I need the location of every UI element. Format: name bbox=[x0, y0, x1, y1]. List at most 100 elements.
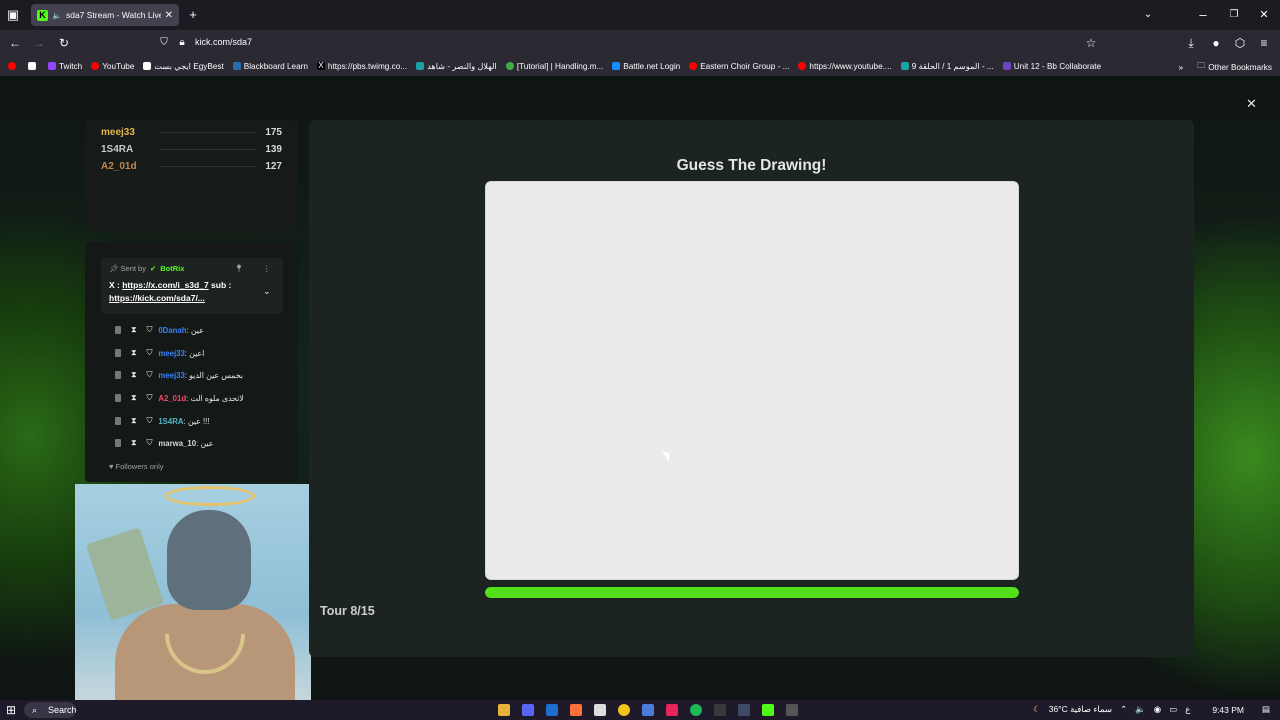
trash-icon[interactable] bbox=[115, 349, 121, 357]
shield-icon[interactable]: ⛉ bbox=[155, 34, 173, 52]
bookmark-item[interactable]: YouTube bbox=[91, 62, 134, 71]
notifications-icon[interactable]: ▤ bbox=[1262, 704, 1270, 715]
extensions-icon[interactable]: ⬡ bbox=[1231, 34, 1249, 52]
chevron-up-icon[interactable]: ⌃ bbox=[1120, 704, 1127, 715]
trash-icon[interactable] bbox=[115, 326, 121, 334]
app-icon[interactable] bbox=[786, 704, 798, 716]
forward-icon[interactable]: → bbox=[30, 34, 48, 52]
downloads-icon[interactable]: ⤓ bbox=[1182, 34, 1200, 52]
tab-list-icon[interactable]: ▣ bbox=[4, 6, 22, 24]
bookmark-item[interactable]: Battle.net Login bbox=[612, 62, 680, 71]
shield-icon[interactable]: ⛉ bbox=[146, 416, 152, 426]
chat-message[interactable]: ⧗ ⛉ 0Danah: عين bbox=[115, 323, 204, 337]
clock[interactable]: 9:43 PM bbox=[1212, 705, 1244, 715]
chat-message[interactable]: ⧗ ⛉ marwa_10: عين bbox=[115, 436, 213, 450]
minimize-icon[interactable]: – bbox=[1194, 6, 1212, 24]
windows-start-icon[interactable]: ⊞ bbox=[6, 703, 16, 717]
app-icon[interactable] bbox=[666, 704, 678, 716]
trash-icon[interactable] bbox=[115, 394, 121, 402]
steam-icon[interactable] bbox=[738, 704, 750, 716]
shield-icon[interactable]: ⛉ bbox=[146, 370, 152, 380]
bookmark-item[interactable]: الهلال والنصر - شاهد bbox=[416, 61, 497, 71]
restore-icon[interactable]: ❐ bbox=[1225, 6, 1243, 24]
app-icon[interactable] bbox=[618, 704, 630, 716]
bookmark-item[interactable]: Blackboard Learn bbox=[232, 62, 308, 71]
trash-icon[interactable] bbox=[115, 439, 121, 447]
url-bar[interactable]: kick.com/sda7 bbox=[195, 37, 252, 47]
bookmark-item[interactable]: [Tutorial] | Handling.m... bbox=[505, 62, 603, 71]
chat-username[interactable]: A2_01d bbox=[158, 394, 186, 403]
close-icon[interactable]: ✕ bbox=[1246, 96, 1257, 112]
weather-label[interactable]: 36°C سماء صافية bbox=[1049, 704, 1112, 715]
shield-icon[interactable]: ⛉ bbox=[146, 325, 152, 335]
app-icon[interactable] bbox=[714, 704, 726, 716]
tab-close-icon[interactable]: ✕ bbox=[165, 10, 173, 21]
chat-username[interactable]: meej33 bbox=[158, 349, 184, 358]
speaker-icon[interactable]: 🔈 bbox=[1135, 704, 1146, 715]
bookmark-item[interactable]: الموسم 1 / الحلقة 9 - ... bbox=[900, 61, 994, 71]
more-options-icon[interactable]: ⋮ bbox=[263, 264, 271, 273]
bookmark-item[interactable]: ايجي بست EgyBest bbox=[143, 61, 224, 71]
unpin-icon[interactable]: 📍︎ bbox=[234, 264, 244, 273]
lock-icon[interactable]: 🔒︎ bbox=[173, 34, 191, 52]
trash-icon[interactable] bbox=[115, 371, 121, 379]
pinned-link-kick[interactable]: https://kick.com/sda7/... bbox=[109, 293, 205, 303]
chevron-double-right-icon[interactable]: » bbox=[1179, 63, 1184, 72]
bookmark-item[interactable]: Twitch bbox=[48, 62, 82, 71]
timeout-icon[interactable]: ⧗ bbox=[131, 370, 136, 380]
timeout-icon[interactable]: ⧗ bbox=[131, 438, 136, 448]
other-bookmarks[interactable]: » 🗀 Other Bookmarks bbox=[1179, 60, 1272, 74]
bookmark-blank[interactable] bbox=[28, 62, 39, 70]
menu-icon[interactable]: ≡ bbox=[1255, 34, 1273, 52]
outlook-icon[interactable] bbox=[546, 704, 558, 716]
calendar-icon[interactable] bbox=[594, 704, 606, 716]
bookmark-item[interactable]: Xhttps://pbs.twimg.co... bbox=[316, 62, 407, 71]
timeout-icon[interactable]: ⧗ bbox=[131, 416, 136, 426]
chat-message[interactable]: ⧗ ⛉ meej33: اعين bbox=[115, 346, 204, 360]
bookmark-item[interactable]: Unit 12 - Bb Collaborate bbox=[1002, 62, 1101, 71]
battery-icon[interactable]: ▭ bbox=[1169, 704, 1177, 715]
kick-icon[interactable] bbox=[762, 704, 774, 716]
file-explorer-icon[interactable] bbox=[498, 704, 510, 716]
shield-icon[interactable]: ⛉ bbox=[146, 393, 152, 403]
bookmark-label: Eastern Choir Group - ... bbox=[700, 61, 790, 71]
reload-icon[interactable]: ↻ bbox=[55, 34, 73, 52]
new-tab-button[interactable]: + bbox=[184, 6, 202, 24]
firefox-icon[interactable] bbox=[570, 704, 582, 716]
browser-tab[interactable]: K 🔈 sda7 Stream - Watch Live o ✕ bbox=[31, 4, 179, 26]
chat-message[interactable]: ⧗ ⛉ meej33: بخمس عين الديو bbox=[115, 368, 243, 382]
shield-icon[interactable]: ⛉ bbox=[146, 348, 152, 358]
back-icon[interactable]: ← bbox=[6, 34, 24, 52]
chat-username[interactable]: 1S4RA bbox=[158, 417, 183, 426]
timeout-icon[interactable]: ⧗ bbox=[131, 325, 136, 335]
account-icon[interactable]: ● bbox=[1207, 34, 1225, 52]
timeout-icon[interactable]: ⧗ bbox=[131, 348, 136, 358]
taskbar-search[interactable]: ⌕ Search bbox=[24, 702, 76, 718]
discord-icon[interactable] bbox=[522, 704, 534, 716]
pinned-message[interactable]: 📌︎ Sent by ✔ BotRix 📍︎ ⋮ X : https://x.c… bbox=[101, 258, 283, 314]
chat-username[interactable]: marwa_10 bbox=[158, 439, 196, 448]
bookmark-label: الموسم 1 / الحلقة 9 - ... bbox=[911, 62, 994, 71]
chat-username[interactable]: meej33 bbox=[158, 371, 184, 380]
chat-message[interactable]: ⧗ ⛉ 1S4RA: عين !!! bbox=[115, 414, 209, 428]
timeout-icon[interactable]: ⧗ bbox=[131, 393, 136, 403]
drawing-canvas[interactable] bbox=[485, 181, 1019, 580]
window-close-icon[interactable]: ✕ bbox=[1255, 6, 1273, 24]
chat-message[interactable]: ⧗ ⛉ A2_01d: لاتحدى ملوه الت bbox=[115, 391, 244, 405]
spotify-icon[interactable] bbox=[690, 704, 702, 716]
language-indicator[interactable]: ع bbox=[1185, 704, 1190, 715]
app-icon[interactable] bbox=[642, 704, 654, 716]
pinned-link-x[interactable]: https://x.com/i_s3d_7 bbox=[122, 280, 208, 290]
shield-icon[interactable]: ⛉ bbox=[146, 438, 152, 448]
bookmark-red[interactable] bbox=[8, 62, 19, 70]
list-all-tabs-icon[interactable]: ⌄ bbox=[1139, 6, 1157, 24]
bookmark-item[interactable]: https://www.youtube.... bbox=[798, 62, 892, 71]
trash-icon[interactable] bbox=[115, 417, 121, 425]
bookmark-star-icon[interactable]: ☆ bbox=[1082, 34, 1100, 52]
chevron-down-icon[interactable]: ⌄ bbox=[263, 286, 271, 297]
chat-username[interactable]: 0Danah bbox=[158, 326, 186, 335]
network-icon[interactable]: ◉ bbox=[1154, 704, 1161, 715]
bookmark-label: الهلال والنصر - شاهد bbox=[427, 62, 497, 71]
bookmark-item[interactable]: Eastern Choir Group - ... bbox=[689, 62, 789, 71]
speaker-icon[interactable]: 🔈 bbox=[52, 11, 62, 20]
